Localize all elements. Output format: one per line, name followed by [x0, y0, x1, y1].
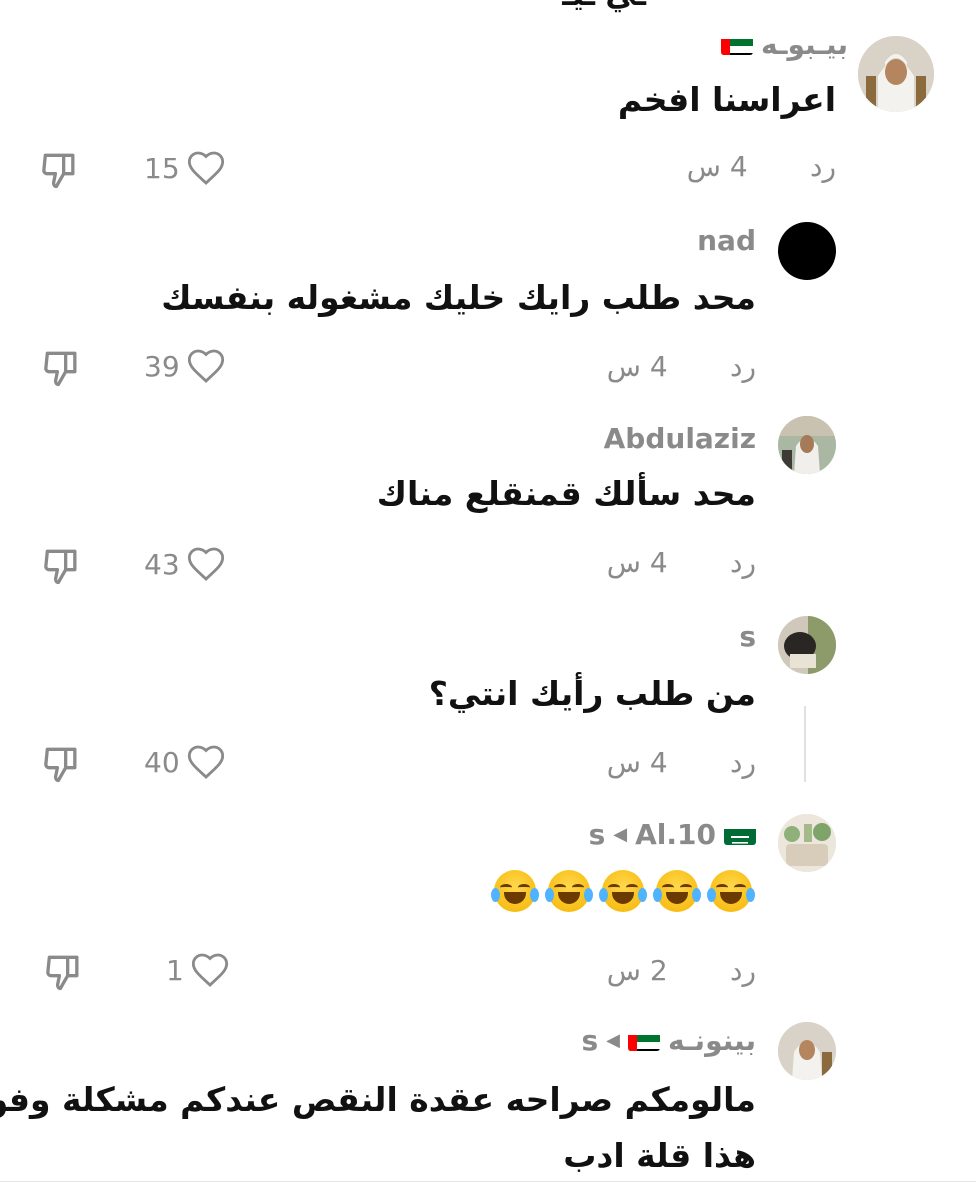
comment-username[interactable]: s [739, 620, 756, 653]
comment-text: محد طلب رايك خليك مشغوله بنفسك [161, 278, 756, 317]
comment-meta: رد 2 س [607, 954, 756, 987]
like-count: 43 [144, 547, 180, 581]
reply-to-username: s [588, 818, 606, 851]
heart-icon[interactable] [186, 544, 226, 584]
comment-text: مالومكم صراحه عقدة النقص عندكم مشكلة وفو… [0, 1080, 756, 1119]
reply-arrow-icon: ◀ [613, 824, 628, 845]
comment-username[interactable]: s ◀ Al.10 [589, 818, 756, 851]
comment-text: اعراسنا افخم [617, 80, 836, 119]
comment-username[interactable]: Abdulaziz [604, 422, 756, 455]
heart-icon[interactable] [186, 148, 226, 188]
laughing-tears-emoji-icon [599, 870, 647, 912]
comment-text: محد سألك قمنقلع مناك [376, 474, 756, 513]
reply-arrow-icon: ◀ [606, 1030, 620, 1051]
laughing-tears-emoji-icon [707, 870, 755, 912]
comment-username[interactable]: بيـبوـه [720, 28, 848, 62]
user-avatar[interactable] [778, 222, 836, 280]
saudi-flag-icon [724, 824, 756, 845]
heart-icon[interactable] [190, 950, 230, 990]
like-group: 40 [144, 742, 226, 782]
cropped-previous-comment: ـي ـيـ [286, 0, 646, 13]
uae-flag-icon [628, 1030, 660, 1051]
like-group: 15 [144, 148, 226, 188]
reply-button[interactable]: رد [810, 150, 836, 183]
laughing-tears-emoji-icon [491, 870, 539, 912]
reply-button[interactable]: رد [730, 954, 756, 987]
comment-time: 4 س [606, 350, 668, 383]
like-group: 39 [144, 346, 226, 386]
comment-meta: رد 4 س [687, 150, 836, 183]
comment-text: هذا قلة ادب [563, 1136, 756, 1175]
comment-time: 4 س [686, 150, 748, 183]
like-count: 15 [144, 151, 180, 185]
laughing-tears-emoji-icon [653, 870, 701, 912]
like-count: 1 [166, 953, 184, 987]
like-count: 40 [144, 745, 180, 779]
dislike-icon[interactable] [42, 950, 86, 994]
user-avatar[interactable] [778, 814, 836, 872]
thread-line [804, 706, 806, 782]
comment-time: 4 س [606, 746, 668, 779]
like-count: 39 [144, 349, 180, 383]
comment-username[interactable]: nad [697, 224, 756, 257]
heart-icon[interactable] [186, 346, 226, 386]
laughing-tears-emoji-icon [545, 870, 593, 912]
user-avatar[interactable] [778, 616, 836, 674]
dislike-icon[interactable] [40, 346, 84, 390]
comment-meta: رد 4 س [607, 350, 756, 383]
comment-meta: رد 4 س [607, 746, 756, 779]
comment-meta: رد 4 س [607, 546, 756, 579]
heart-icon[interactable] [186, 742, 226, 782]
uae-flag-icon [720, 34, 753, 55]
comment-time: 2 س [606, 954, 668, 987]
comment-text: من طلب رأيك انتي؟ [428, 674, 756, 713]
reply-to-username: s [581, 1024, 599, 1057]
reply-button[interactable]: رد [730, 746, 756, 779]
divider [0, 1181, 976, 1182]
dislike-icon[interactable] [40, 742, 84, 786]
dislike-icon[interactable] [40, 544, 84, 588]
comment-time: 4 س [606, 546, 668, 579]
comment-text [491, 870, 755, 912]
reply-button[interactable]: رد [730, 350, 756, 383]
comment-username[interactable]: s ◀ بينونـه [581, 1024, 756, 1057]
user-avatar[interactable] [778, 1022, 836, 1080]
like-group: 1 [166, 950, 230, 990]
user-avatar[interactable] [778, 416, 836, 474]
like-group: 43 [144, 544, 226, 584]
reply-button[interactable]: رد [730, 546, 756, 579]
dislike-icon[interactable] [38, 148, 82, 192]
user-avatar[interactable] [858, 36, 934, 112]
